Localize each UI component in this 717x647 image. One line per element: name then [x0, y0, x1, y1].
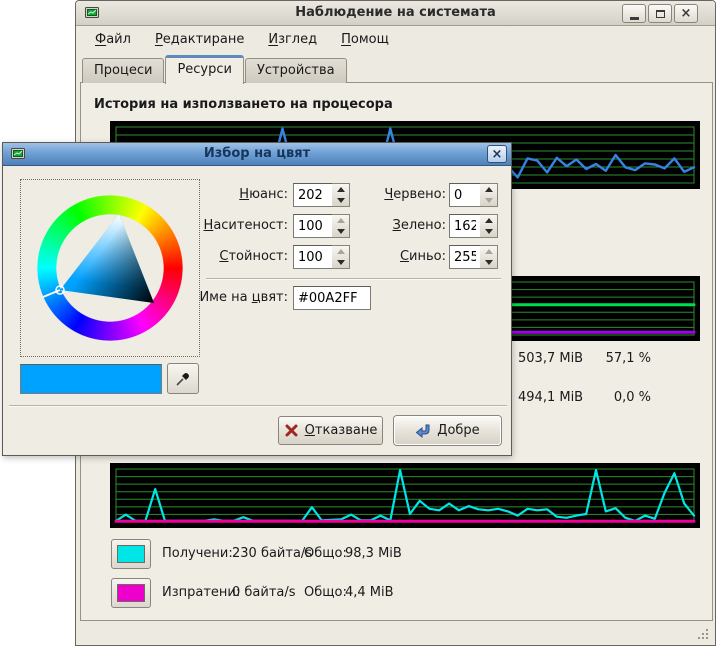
swap-used-percent: 0,0 % — [591, 390, 651, 405]
maximize-icon — [656, 10, 665, 18]
statusbar — [76, 622, 715, 646]
eyedropper-button[interactable] — [167, 363, 199, 394]
tab-resources[interactable]: Ресурси — [165, 55, 244, 84]
tab-bar: Процеси Ресурси Устройства — [82, 55, 348, 83]
hue-label: Нюанс: — [153, 187, 288, 202]
saturation-input[interactable] — [293, 214, 333, 238]
eyedropper-icon — [174, 370, 192, 388]
value-label: Стойност: — [153, 249, 288, 264]
green-spinner[interactable] — [480, 214, 498, 238]
dialog-close-button[interactable]: × — [487, 145, 507, 163]
dialog-close-icon: × — [492, 148, 503, 161]
hue-input[interactable] — [293, 183, 333, 207]
received-label: Получени: — [162, 546, 233, 561]
sent-color-button[interactable] — [111, 578, 151, 608]
sent-total: 4,4 MiB — [345, 585, 394, 600]
green-input[interactable] — [449, 214, 481, 238]
menu-help[interactable]: Помощ — [336, 30, 394, 49]
saturation-label: Наситеност: — [153, 218, 288, 233]
cpu-history-heading: История на използването на процесора — [94, 97, 393, 112]
received-rate: 230 байта/s — [232, 546, 312, 561]
received-color-swatch — [117, 545, 145, 563]
cancel-button[interactable]: Отказване — [278, 416, 383, 445]
blue-input[interactable] — [449, 245, 481, 269]
swap-used-value: 494,1 MiB — [518, 390, 583, 405]
minimize-icon — [630, 17, 639, 20]
dialog-titlebar: Избор на цвят × — [3, 143, 511, 166]
dialog-title: Избор на цвят — [3, 146, 511, 161]
color-name-input[interactable] — [293, 286, 371, 310]
tab-devices[interactable]: Устройства — [245, 58, 347, 83]
resize-grip[interactable] — [696, 627, 710, 641]
sent-rate: 0 байта/s — [232, 585, 296, 600]
sv-triangle[interactable] — [21, 180, 199, 356]
blue-spinner[interactable] — [480, 245, 498, 269]
red-input[interactable] — [449, 183, 481, 207]
value-input[interactable] — [293, 245, 333, 269]
buttons-separator — [9, 405, 507, 407]
received-total-label: Общо: — [304, 546, 347, 561]
red-label: Червено: — [333, 187, 446, 202]
fields-separator — [206, 278, 501, 280]
sent-color-swatch — [117, 584, 145, 602]
menubar: Файл Редактиране Изглед Помощ — [76, 27, 715, 52]
cancel-icon — [284, 423, 299, 438]
window-title: Наблюдение на системата — [76, 5, 715, 20]
network-history-chart — [110, 463, 700, 528]
color-name-label: Име на цвят: — [163, 290, 288, 305]
desktop: Наблюдение на системата × Файл Редактира… — [0, 0, 717, 647]
ok-label: Добре — [437, 423, 479, 438]
main-titlebar: Наблюдение на системата × — [76, 1, 715, 26]
maximize-button[interactable] — [648, 4, 672, 23]
menu-file[interactable]: Файл — [90, 30, 136, 49]
color-picker-dialog: Избор на цвят × — [2, 142, 512, 456]
blue-label: Синьо: — [333, 249, 446, 264]
ok-button[interactable]: Добре — [394, 416, 501, 445]
memory-used-percent: 57,1 % — [591, 351, 651, 366]
minimize-button[interactable] — [622, 4, 646, 23]
menu-edit[interactable]: Редактиране — [150, 30, 249, 49]
tab-processes[interactable]: Процеси — [82, 58, 164, 83]
received-color-button[interactable] — [111, 539, 151, 569]
color-wheel-box — [20, 179, 200, 357]
sent-label: Изпратени: — [162, 585, 240, 600]
ok-icon — [415, 423, 431, 438]
received-total: 98,3 MiB — [345, 546, 402, 561]
close-icon: × — [681, 7, 692, 20]
sent-total-label: Общо: — [304, 585, 347, 600]
menu-view[interactable]: Изглед — [263, 30, 322, 49]
cancel-label: Отказване — [305, 423, 378, 438]
memory-used-value: 503,7 MiB — [518, 351, 583, 366]
red-spinner[interactable] — [480, 183, 498, 207]
color-preview-swatch — [20, 364, 162, 394]
green-label: Зелено: — [333, 218, 446, 233]
close-button[interactable]: × — [674, 4, 698, 23]
